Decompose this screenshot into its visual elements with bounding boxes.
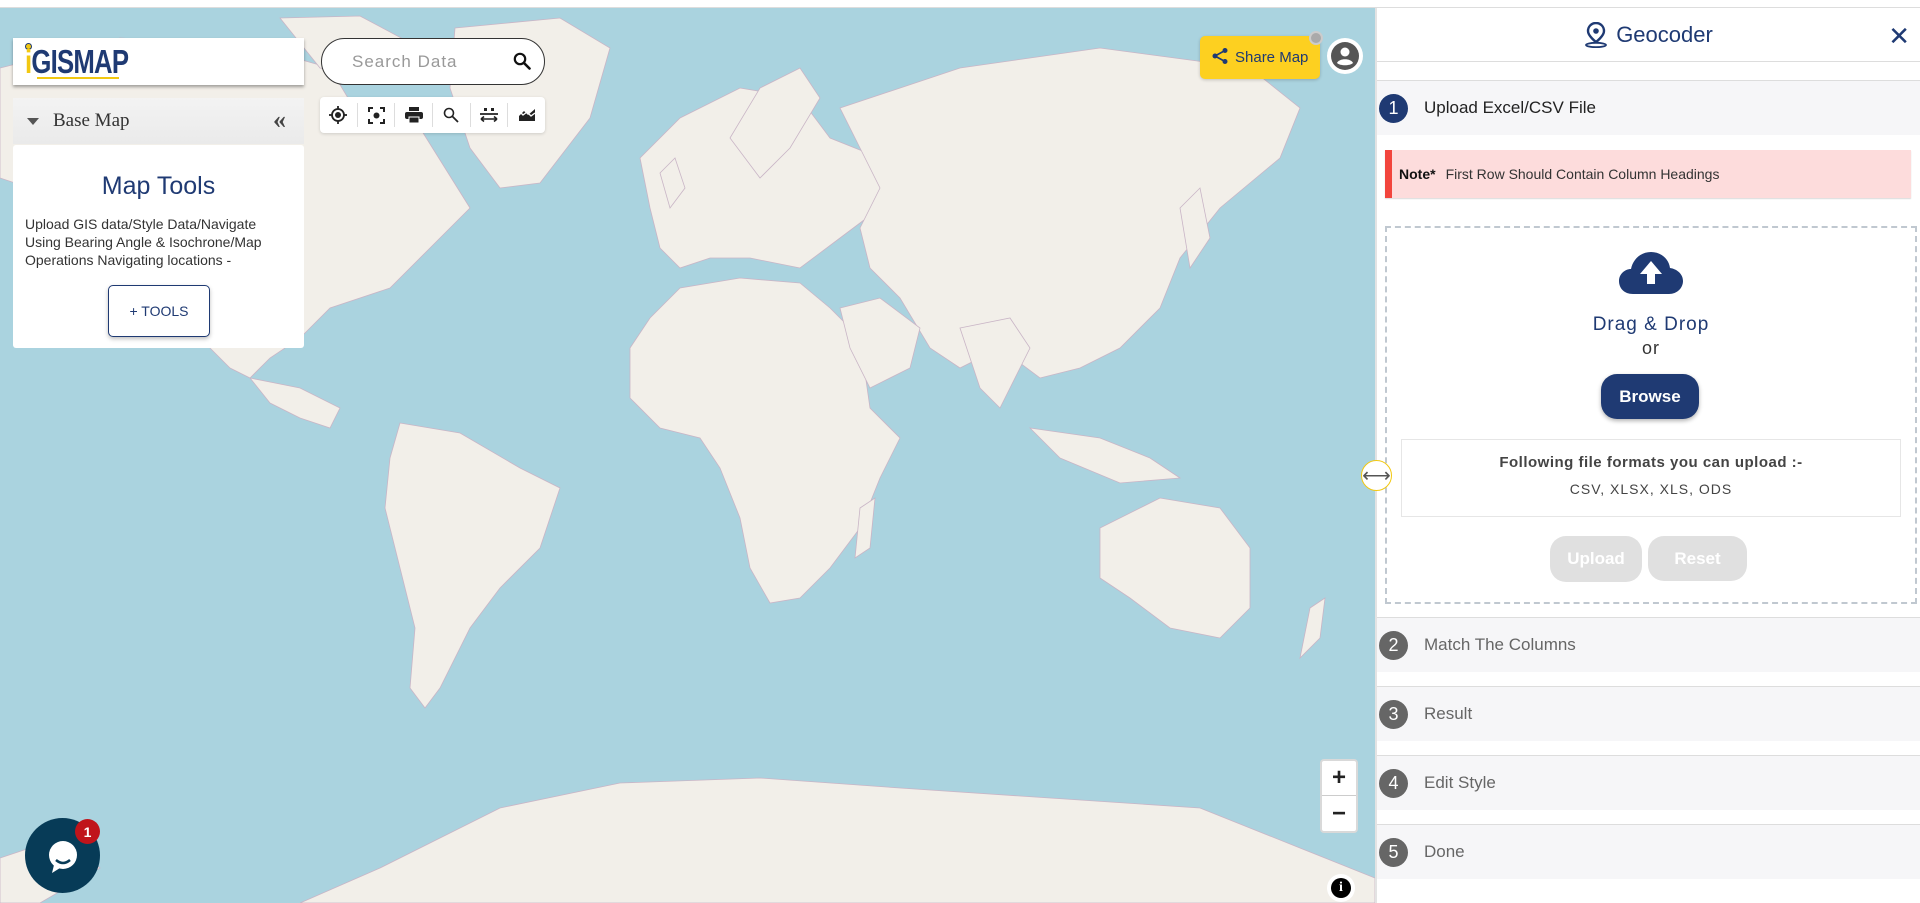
step-label: Match The Columns [1424, 635, 1576, 654]
share-map-label: Share Map [1235, 49, 1309, 66]
step-number: 1 [1379, 93, 1408, 123]
igismap-logo[interactable]: iGISMAP [13, 38, 304, 85]
zoom-control: + − [1320, 759, 1358, 833]
file-formats-list: CSV, XLSX, XLS, ODS [1569, 481, 1733, 497]
step-number: 3 [1379, 699, 1408, 729]
share-icon [1211, 47, 1229, 69]
close-icon[interactable]: ✕ [1888, 21, 1910, 52]
measure-icon[interactable] [471, 103, 509, 127]
basemap-toggle[interactable]: Base Map « [13, 98, 304, 144]
step-label: Upload Excel/CSV File [1424, 98, 1596, 117]
map-tools-card: Map Tools Upload GIS data/Style Data/Nav… [13, 145, 304, 348]
note-label: Note* [1399, 166, 1436, 182]
focus-icon[interactable] [358, 103, 396, 127]
share-map-button[interactable]: Share Map [1200, 36, 1320, 79]
geocoder-panel: Geocoder ✕ 1 Upload Excel/CSV File Note*… [1375, 8, 1920, 903]
user-account-button[interactable] [1327, 38, 1363, 74]
chat-bubble-icon [48, 840, 77, 873]
geocoder-title: Geocoder [1616, 21, 1713, 47]
step-number: 4 [1379, 768, 1408, 798]
info-button[interactable]: i [1327, 874, 1355, 902]
top-strip [0, 0, 1920, 8]
search-icon[interactable] [513, 52, 531, 75]
upload-button[interactable]: Upload [1550, 536, 1642, 582]
map-tools-title: Map Tools [101, 172, 216, 200]
note-banner: Note* First Row Should Contain Column He… [1385, 150, 1911, 198]
file-dropzone[interactable]: Drag & Drop or Browse Following file for… [1385, 226, 1917, 604]
logo-underline [37, 77, 119, 79]
chat-notification-badge: 1 [75, 819, 100, 844]
file-formats-title: Following file formats you can upload :- [1499, 454, 1803, 471]
map-toolbar [320, 97, 545, 133]
step-result[interactable]: 3 Result [1377, 686, 1920, 741]
map-canvas[interactable]: iGISMAP Base Map « Map Tools Upload GIS … [0, 8, 1375, 903]
or-text: or [1641, 338, 1660, 358]
map-tools-description: Upload GIS data/Style Data/Navigate Usin… [25, 216, 262, 268]
double-chevron-left-icon[interactable]: « [273, 107, 286, 133]
basemap-label: Base Map [53, 110, 130, 131]
elevation-icon[interactable] [508, 103, 545, 127]
step-edit-style[interactable]: 4 Edit Style [1377, 755, 1920, 810]
status-dot [1309, 31, 1323, 45]
panel-resize-handle[interactable]: ⟷ [1361, 460, 1392, 491]
step-label: Result [1424, 704, 1473, 723]
add-tools-button[interactable]: + TOOLS [108, 285, 210, 337]
location-pin-icon [1585, 21, 1608, 48]
reset-button[interactable]: Reset [1648, 536, 1747, 581]
cloud-upload-icon [1619, 252, 1683, 294]
step-label: Edit Style [1424, 773, 1496, 792]
step-done[interactable]: 5 Done [1377, 824, 1920, 879]
caret-down-icon [27, 117, 39, 125]
step-number: 2 [1379, 630, 1408, 660]
step-upload-file[interactable]: 1 Upload Excel/CSV File [1377, 80, 1920, 135]
drag-drop-text: Drag & Drop [1592, 314, 1710, 335]
info-icon: i [1331, 878, 1351, 898]
search-bar [321, 38, 545, 85]
zoom-search-icon[interactable] [433, 103, 471, 127]
zoom-out-button[interactable]: − [1322, 796, 1356, 831]
step-label: Done [1424, 842, 1465, 861]
browse-button[interactable]: Browse [1601, 374, 1699, 419]
search-input[interactable] [352, 51, 502, 72]
locate-icon[interactable] [320, 103, 358, 127]
geocoder-header: Geocoder ✕ [1377, 8, 1920, 62]
note-text: First Row Should Contain Column Headings [1445, 166, 1720, 182]
file-formats-box: Following file formats you can upload :-… [1401, 439, 1901, 517]
step-match-columns[interactable]: 2 Match The Columns [1377, 617, 1920, 672]
user-account-icon [1331, 42, 1359, 70]
print-icon[interactable] [395, 103, 434, 127]
zoom-in-button[interactable]: + [1322, 761, 1356, 796]
logo-text: iGISMAP [25, 42, 129, 80]
step-number: 5 [1379, 837, 1408, 867]
